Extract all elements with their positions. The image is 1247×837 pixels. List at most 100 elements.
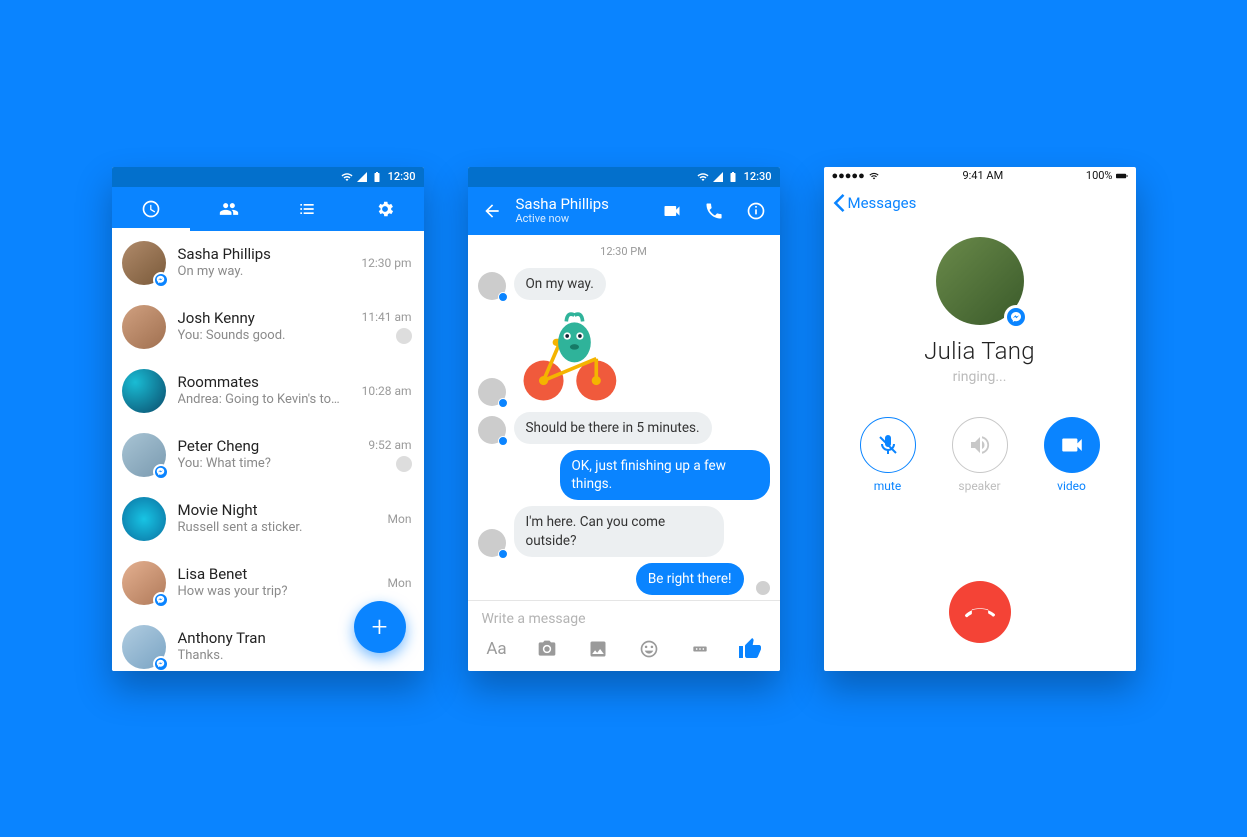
conversation-item[interactable]: Peter ChengYou: What time? 9:52 am	[112, 423, 424, 487]
status-time: 12:30	[388, 170, 416, 183]
thumbs-up-icon	[738, 637, 762, 661]
conversation-time: 10:28 am	[362, 384, 412, 398]
video-label: video	[1057, 479, 1086, 493]
avatar	[122, 497, 166, 541]
camera-icon	[537, 639, 557, 659]
gear-icon	[375, 199, 395, 219]
avatar	[122, 241, 166, 285]
more-icon	[690, 639, 710, 659]
speaker-button[interactable]: speaker	[952, 417, 1008, 493]
back-button[interactable]: Messages	[832, 194, 917, 212]
clock-icon	[141, 199, 161, 219]
avatar	[122, 369, 166, 413]
call-body: Julia Tang ringing... mute speaker video	[824, 221, 1136, 671]
avatar	[478, 416, 506, 444]
tab-groups[interactable]	[268, 187, 346, 231]
messenger-badge-icon	[498, 549, 508, 559]
android-status-bar: 12:30	[112, 167, 424, 187]
people-icon	[219, 199, 239, 219]
battery-icon	[727, 171, 739, 183]
audio-call-button[interactable]	[696, 193, 732, 229]
conversation-preview: You: Sounds good.	[178, 328, 342, 344]
speaker-icon	[968, 433, 992, 457]
avatar	[122, 625, 166, 669]
message-input[interactable]: Write a message	[468, 601, 780, 633]
status-time: 9:41 AM	[962, 169, 1003, 182]
battery-icon	[1116, 171, 1128, 181]
conversation-time: Mon	[388, 512, 412, 526]
wifi-icon	[697, 171, 709, 183]
message-bubble: OK, just finishing up a few things.	[560, 450, 770, 500]
message-bubble: On my way.	[514, 268, 606, 300]
emoji-button[interactable]	[634, 637, 664, 661]
message-sticker	[478, 306, 770, 406]
conversation-name: Peter Cheng	[178, 437, 342, 456]
message-bubble: Be right there!	[636, 563, 744, 595]
video-icon	[662, 201, 682, 221]
conversation-preview: You: What time?	[178, 456, 342, 472]
conversation-time: 11:41 am	[362, 310, 412, 324]
composer: Write a message Aa	[468, 600, 780, 671]
sender-avatar-icon	[396, 456, 412, 472]
tab-recents[interactable]	[112, 187, 190, 231]
text-format-button[interactable]: Aa	[482, 637, 512, 661]
image-icon	[588, 639, 608, 659]
avatar	[122, 305, 166, 349]
ios-status-bar: ●●●●● 9:41 AM 100%	[824, 167, 1136, 185]
messenger-badge-icon	[153, 464, 169, 480]
wifi-icon	[341, 171, 353, 183]
conversation-name: Josh Kenny	[178, 309, 342, 328]
thread-header: Sasha Phillips Active now	[468, 187, 780, 235]
message-in: I'm here. Can you come outside?	[478, 506, 770, 556]
smile-icon	[639, 639, 659, 659]
arrow-back-icon	[482, 201, 502, 221]
message-out: OK, just finishing up a few things.	[478, 450, 770, 500]
back-button[interactable]	[474, 193, 510, 229]
gallery-button[interactable]	[583, 637, 613, 661]
message-in: On my way.	[478, 268, 770, 300]
info-button[interactable]	[738, 193, 774, 229]
mute-button[interactable]: mute	[860, 417, 916, 493]
nav-tabs	[112, 187, 424, 231]
conversation-name: Roommates	[178, 373, 342, 392]
conversation-item[interactable]: RoommatesAndrea: Going to Kevin's tonigh…	[112, 359, 424, 423]
message-in: Should be there in 5 minutes.	[478, 412, 770, 444]
tab-people[interactable]	[190, 187, 268, 231]
conversation-time: 9:52 am	[368, 438, 411, 452]
message-bubble: I'm here. Can you come outside?	[514, 506, 724, 556]
hangup-button[interactable]	[949, 581, 1011, 643]
conversation-preview: How was your trip?	[178, 584, 342, 600]
messenger-badge-icon	[498, 398, 508, 408]
compose-button[interactable]: +	[354, 601, 406, 653]
video-call-button[interactable]	[654, 193, 690, 229]
avatar	[478, 272, 506, 300]
conversation-name: Sasha Phillips	[178, 245, 342, 264]
tab-settings[interactable]	[346, 187, 424, 231]
thread-subtitle: Active now	[516, 213, 648, 226]
info-icon	[746, 201, 766, 221]
more-button[interactable]	[685, 637, 715, 661]
conversation-name: Lisa Benet	[178, 565, 342, 584]
speaker-label: speaker	[958, 479, 1000, 493]
avatar	[122, 561, 166, 605]
wifi-icon	[868, 171, 880, 181]
like-button[interactable]	[735, 637, 765, 661]
timestamp: 12:30 PM	[478, 245, 770, 258]
conversation-item[interactable]: Sasha PhillipsOn my way. 12:30 pm	[112, 231, 424, 295]
conversation-item[interactable]: Josh KennyYou: Sounds good. 11:41 am	[112, 295, 424, 359]
conversation-time: Mon	[388, 576, 412, 590]
status-time: 12:30	[744, 170, 772, 183]
avatar	[122, 433, 166, 477]
messenger-badge-icon	[498, 292, 508, 302]
video-button[interactable]: video	[1044, 417, 1100, 493]
seen-indicator-icon	[756, 581, 770, 595]
android-status-bar: 12:30	[468, 167, 780, 187]
messenger-badge-icon	[1004, 305, 1028, 329]
conversation-name: Anthony Tran	[178, 629, 342, 648]
messenger-badge-icon	[153, 656, 169, 671]
thread-screen: 12:30 Sasha Phillips Active now 12:30 PM…	[468, 167, 780, 671]
conversation-item[interactable]: Movie NightRussell sent a sticker. Mon	[112, 487, 424, 551]
thread-body[interactable]: 12:30 PM On my way. Should be	[468, 235, 780, 600]
camera-button[interactable]	[532, 637, 562, 661]
contact-avatar	[936, 237, 1024, 325]
